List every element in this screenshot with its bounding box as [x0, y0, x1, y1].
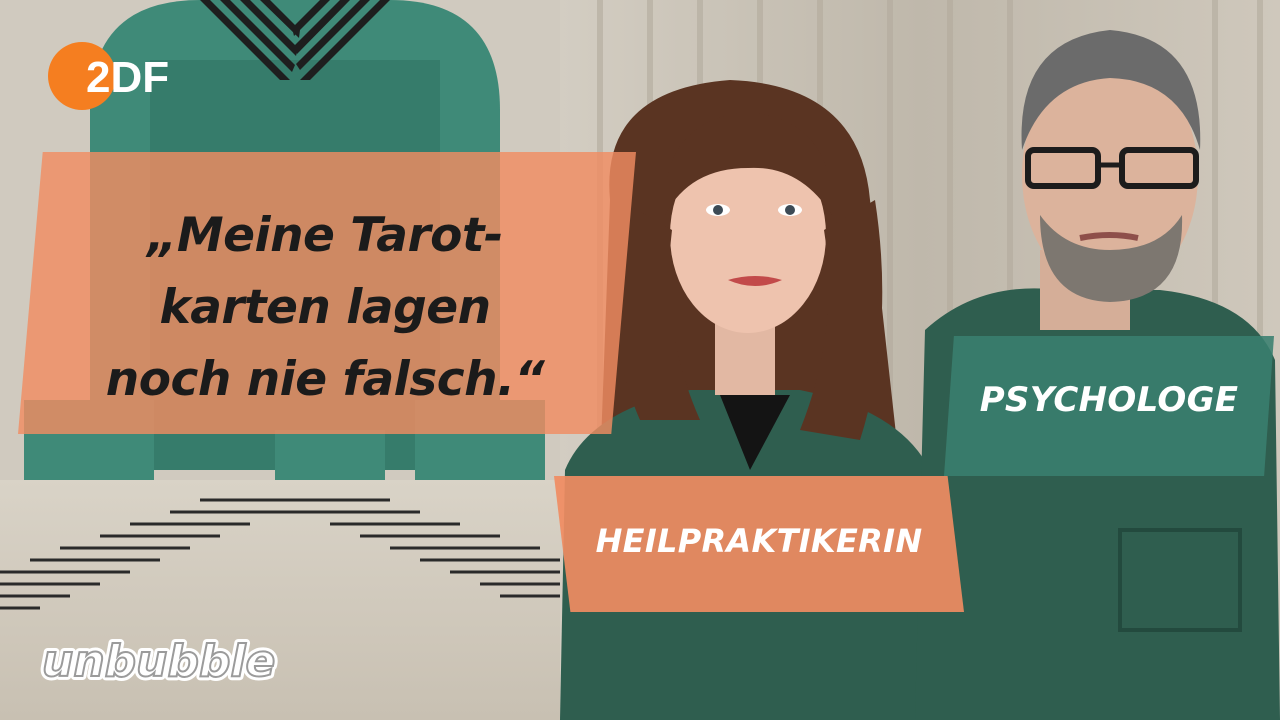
quote-line: karten lagen: [159, 280, 491, 335]
thumbnail-scene: 2DF „Meine Tarot- karten lagen noch nie …: [0, 0, 1280, 720]
unbubble-logo-text: unbubble: [42, 636, 275, 687]
zdf-logo-text: 2DF: [86, 53, 169, 102]
quote-line: „Meine Tarot-: [147, 208, 503, 263]
label-heilpraktikerin: HEILPRAKTIKERIN: [595, 522, 923, 560]
unbubble-logo: unbubble unbubble: [38, 632, 279, 690]
label-psychologe: PSYCHOLOGE: [979, 380, 1239, 420]
quote-text: „Meine Tarot- karten lagen noch nie fals…: [90, 200, 560, 416]
zdf-logo: 2DF: [48, 42, 169, 110]
quote-line: noch nie falsch.“: [105, 352, 545, 407]
